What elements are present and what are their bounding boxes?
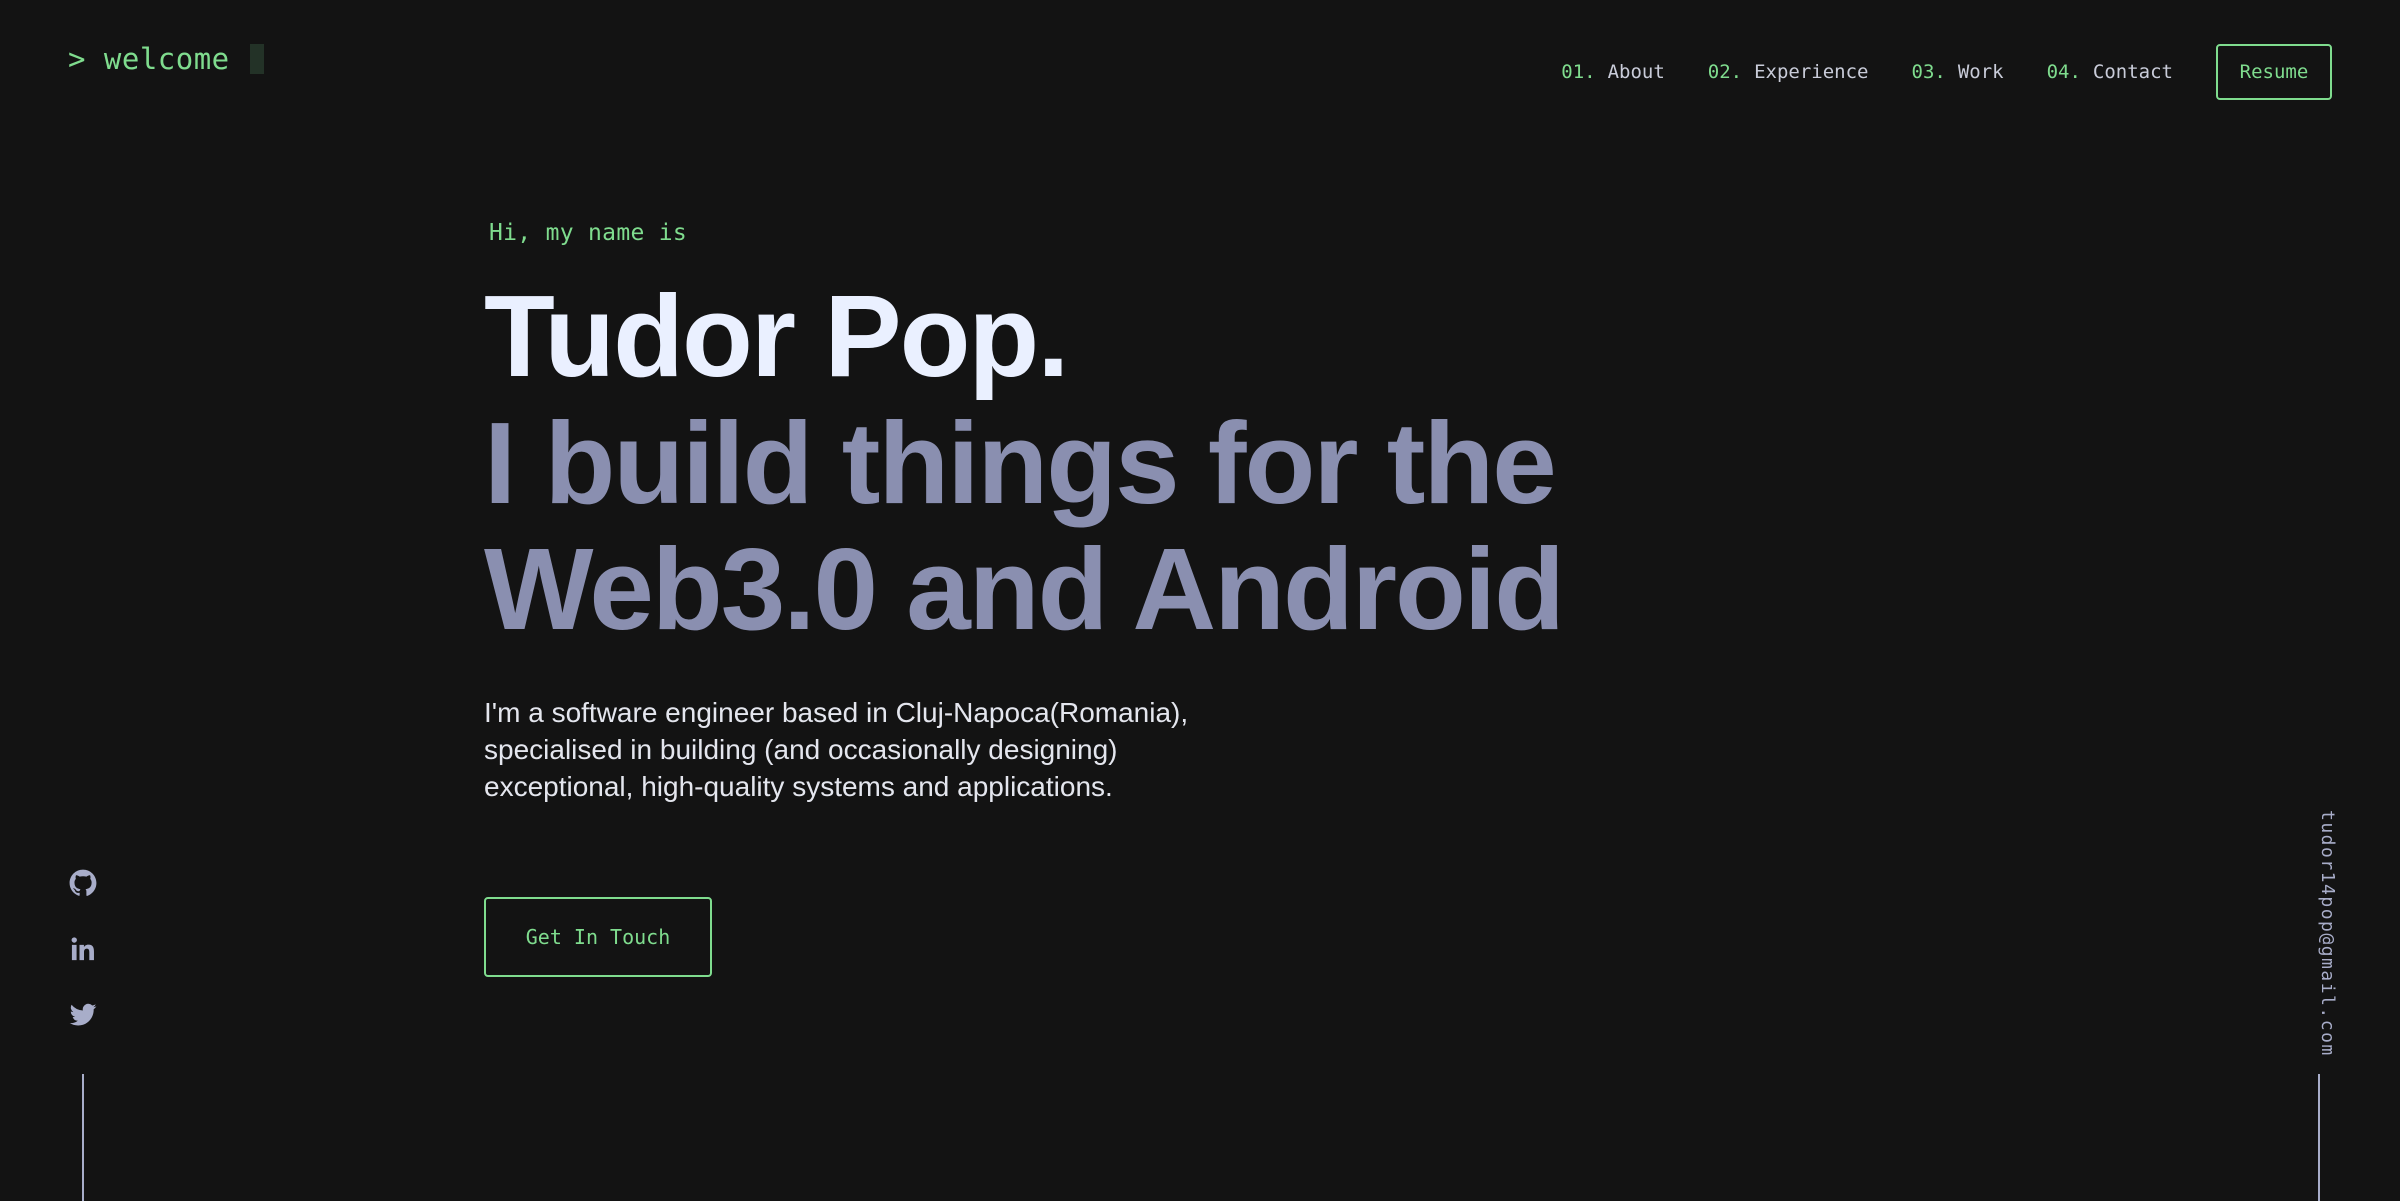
bio-line: exceptional, high-quality systems and ap… bbox=[484, 771, 1113, 802]
hero-name: Tudor Pop. bbox=[484, 271, 1070, 401]
nav-item-number: 01. bbox=[1561, 61, 1596, 83]
nav-item-experience[interactable]: 02. Experience bbox=[1708, 61, 1869, 83]
nav-item-work[interactable]: 03. Work bbox=[1912, 61, 2004, 83]
greeting-text: Hi, my name is bbox=[489, 220, 688, 246]
nav-item-label: Experience bbox=[1754, 61, 1869, 83]
nav-item-number: 04. bbox=[2046, 61, 2081, 83]
hero-section: Hi, my name is Tudor Pop. I build things… bbox=[484, 220, 1984, 977]
nav-item-label: About bbox=[1607, 61, 1665, 83]
linkedin-icon[interactable] bbox=[68, 934, 98, 964]
main-nav: 01. About 02. Experience 03. Work 04. Contac… bbox=[1561, 44, 2332, 100]
email-link[interactable]: tudor14pop@gmail.com bbox=[2317, 810, 2338, 1057]
page: > welcome 01. About 02. Experience 03. Work… bbox=[0, 0, 2400, 1201]
logo-text: > welcome bbox=[68, 42, 230, 76]
resume-button[interactable]: Resume bbox=[2216, 44, 2332, 100]
bio-line: I'm a software engineer based in Cluj-Na… bbox=[484, 697, 1189, 728]
nav-item-about[interactable]: 01. About bbox=[1561, 61, 1665, 83]
cursor-block bbox=[249, 44, 264, 74]
nav-item-number: 02. bbox=[1707, 61, 1743, 83]
nav-item-label: Work bbox=[1957, 61, 2004, 83]
hero-bio: I'm a software engineer based in Cluj-Na… bbox=[484, 694, 1244, 805]
right-vertical-line bbox=[2318, 1074, 2320, 1201]
github-icon[interactable] bbox=[68, 868, 98, 898]
get-in-touch-button[interactable]: Get In Touch bbox=[484, 897, 712, 977]
bio-line: specialised in building (and occasionall… bbox=[484, 734, 1118, 765]
hero-tagline: I build things for the Web3.0 and Androi… bbox=[484, 398, 1565, 654]
twitter-icon[interactable] bbox=[68, 1000, 98, 1030]
social-links bbox=[68, 868, 98, 1066]
left-vertical-line bbox=[82, 1074, 84, 1201]
nav-item-contact[interactable]: 04. Contact bbox=[2047, 61, 2173, 83]
nav-item-label: Contact bbox=[2092, 61, 2173, 83]
nav-item-number: 03. bbox=[1911, 61, 1946, 83]
logo[interactable]: > welcome bbox=[68, 42, 264, 76]
